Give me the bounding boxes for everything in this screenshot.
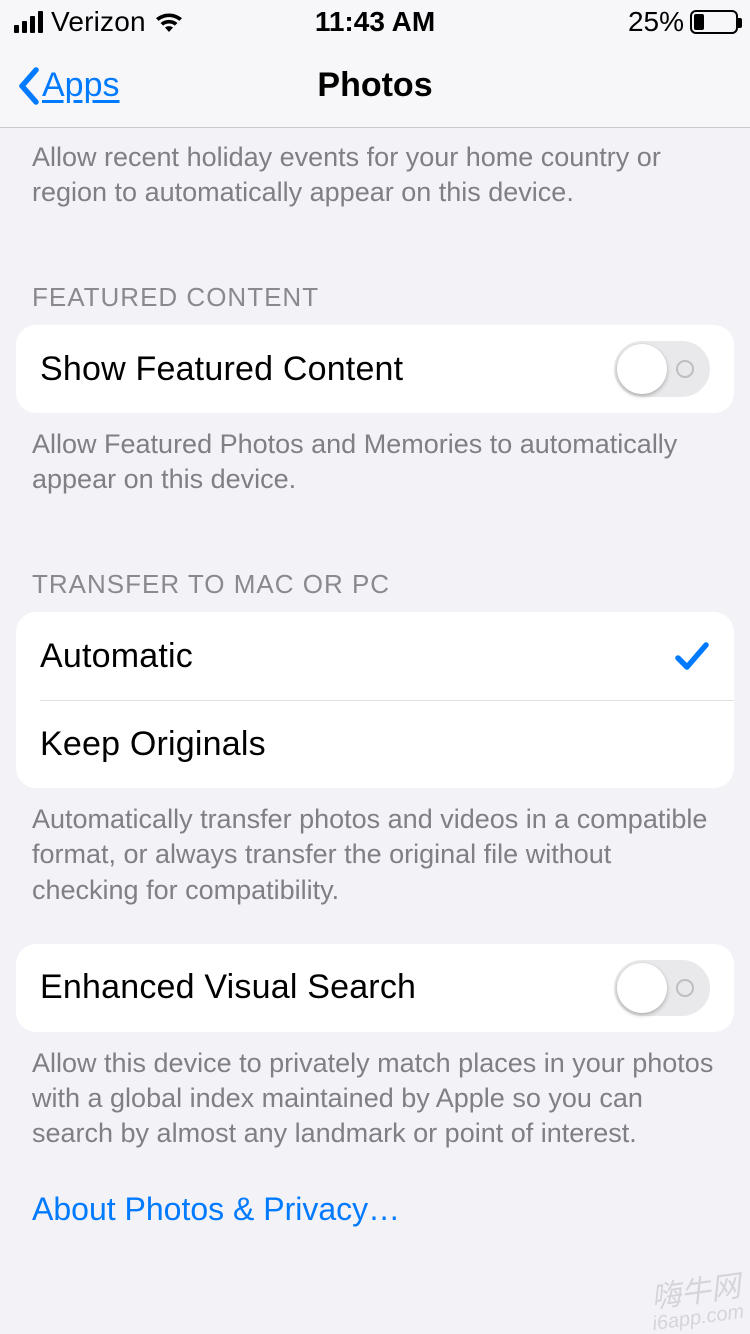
battery-percent: 25% [628,6,684,38]
battery-fill [694,14,704,30]
section-header: TRANSFER TO MAC OR PC [0,533,750,612]
row-transfer-automatic[interactable]: Automatic [16,612,734,700]
toggle-off-indicator-icon [676,979,694,997]
row-transfer-keep-originals[interactable]: Keep Originals [40,700,734,788]
wifi-icon [154,11,184,33]
row-label: Show Featured Content [40,350,403,389]
toggle-enhanced-visual-search[interactable] [614,960,710,1016]
section-holiday-events: Show Holiday Events Allow recent holiday… [0,128,750,210]
page-title: Photos [317,66,432,105]
section-transfer: TRANSFER TO MAC OR PC Automatic Keep Ori… [0,533,750,907]
row-label: Automatic [40,637,193,676]
about-photos-privacy-row: About Photos & Privacy… [0,1151,750,1228]
toggle-off-indicator-icon [676,360,694,378]
carrier-label: Verizon [51,6,146,38]
about-photos-privacy-link[interactable]: About Photos & Privacy… [32,1191,400,1227]
checkmark-icon [674,640,710,672]
settings-scroll[interactable]: Show Holiday Events Allow recent holiday… [0,128,750,1334]
toggle-knob [617,344,667,394]
status-time: 11:43 AM [315,6,435,38]
row-show-featured-content[interactable]: Show Featured Content [16,325,734,413]
section-footer: Automatically transfer photos and videos… [0,788,750,907]
back-label: Apps [42,66,120,105]
chevron-left-icon [16,66,40,106]
row-enhanced-visual-search[interactable]: Enhanced Visual Search [16,944,734,1032]
battery-icon [690,10,738,34]
toggle-knob [617,963,667,1013]
section-footer: Allow recent holiday events for your hom… [0,128,750,210]
section-featured-content: FEATURED CONTENT Show Featured Content A… [0,246,750,497]
section-footer: Allow Featured Photos and Memories to au… [0,413,750,497]
section-header: FEATURED CONTENT [0,246,750,325]
cellular-signal-icon [14,11,43,33]
toggle-show-featured-content[interactable] [614,341,710,397]
back-button[interactable]: Apps [16,66,120,106]
row-label: Enhanced Visual Search [40,968,416,1007]
section-footer: Allow this device to privately match pla… [0,1032,750,1151]
nav-bar: Apps Photos [0,44,750,128]
section-enhanced-visual-search: Enhanced Visual Search Allow this device… [0,944,750,1151]
row-label: Keep Originals [40,725,266,764]
status-bar: Verizon 11:43 AM 25% [0,0,750,44]
